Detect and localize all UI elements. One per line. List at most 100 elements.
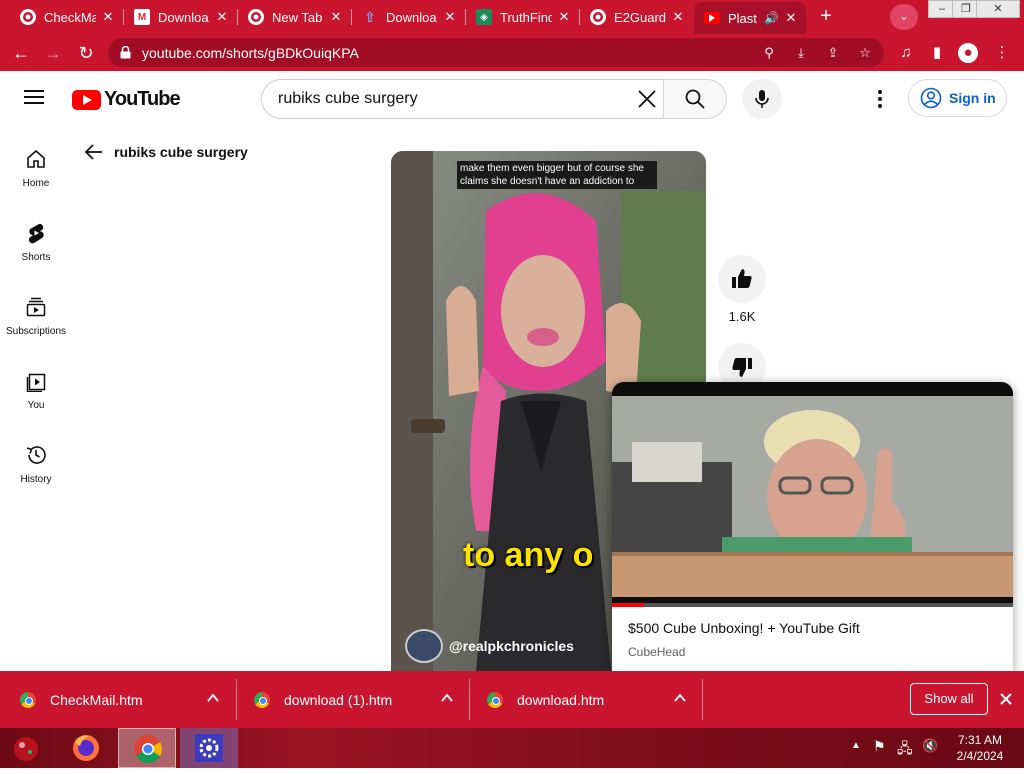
download-filename: download.htm [517, 691, 605, 708]
chevron-up-icon[interactable] [206, 691, 220, 705]
taskbar-chrome[interactable] [118, 728, 176, 768]
tab-download-gmail[interactable]: M Downloa ✕ [124, 4, 236, 30]
sidebar-item-subscriptions[interactable]: Subscriptions [0, 296, 72, 366]
side-panel-icon[interactable]: ▮ [926, 42, 948, 64]
sidebar-item-label: History [20, 474, 52, 485]
close-window-button[interactable]: ✕ [976, 0, 1020, 18]
history-icon [26, 446, 46, 464]
profile-avatar-icon[interactable]: ● [958, 43, 978, 63]
close-tab-icon[interactable]: ✕ [556, 9, 572, 25]
home-icon [27, 149, 45, 168]
tab-truthfinder[interactable]: ◈ TruthFind ✕ [466, 4, 578, 30]
lock-icon [120, 46, 131, 59]
youtube-header: YouTube rubiks cube surgery Sign in [0, 71, 1024, 127]
forward-button[interactable]: → [40, 40, 66, 66]
install-app-icon[interactable]: ⤓ [792, 44, 810, 62]
tab-checkmail[interactable]: CheckMa ✕ [10, 4, 122, 30]
flag-icon: ◈ [476, 9, 492, 25]
gear-icon [195, 734, 223, 762]
sidebar-item-shorts[interactable]: Shorts [0, 222, 72, 292]
miniplayer-title[interactable]: $500 Cube Unboxing! + YouTube Gift [628, 620, 860, 636]
chevron-up-icon[interactable] [440, 691, 454, 705]
search-back-row[interactable]: rubiks cube surgery [84, 142, 248, 162]
share-icon[interactable]: ⇪ [824, 44, 842, 62]
youtube-logo[interactable]: YouTube [72, 88, 181, 111]
search-input[interactable]: rubiks cube surgery [261, 79, 664, 119]
search-icon [685, 89, 705, 109]
tab-new-tab[interactable]: New Tab ✕ [238, 4, 350, 30]
download-filename: CheckMail.htm [50, 691, 143, 708]
miniplayer-progress-track[interactable] [612, 603, 1013, 607]
voice-search-button[interactable] [742, 79, 782, 119]
taskbar-settings[interactable] [180, 728, 238, 768]
media-control-icon[interactable]: ♫ [895, 42, 917, 64]
subscriptions-icon [26, 297, 46, 317]
chrome-menu-icon[interactable]: ⋮ [991, 42, 1013, 64]
show-hidden-icons-icon[interactable]: ▲ [851, 740, 861, 751]
like-button[interactable] [718, 255, 766, 303]
taskbar-firefox[interactable] [58, 728, 116, 768]
tab-download-2[interactable]: ⇧ Downloa ✕ [352, 4, 464, 30]
action-center-flag-icon[interactable]: ⚑ [873, 738, 886, 755]
audio-playing-icon[interactable]: 🔊 [764, 11, 779, 25]
download-filename: download (1).htm [284, 691, 393, 708]
start-button[interactable] [0, 728, 58, 768]
close-tab-icon[interactable]: ✕ [442, 9, 458, 25]
hamburger-menu-icon[interactable] [24, 89, 46, 107]
clear-search-icon[interactable] [636, 88, 658, 110]
arrow-back-icon[interactable] [84, 143, 104, 161]
address-bar[interactable]: youtube.com/shorts/gBDkOuiqKPA ⚲ ⤓ ⇪ ☆ [108, 38, 884, 67]
channel-handle[interactable]: @realpkchronicles [449, 638, 574, 654]
tab-title: Downloa [158, 9, 209, 25]
network-icon[interactable]: 🖧 [897, 738, 913, 762]
miniplayer[interactable]: $500 Cube Unboxing! + YouTube Gift CubeH… [612, 382, 1013, 672]
settings-more-icon[interactable] [870, 89, 890, 109]
close-downloads-icon[interactable] [996, 689, 1016, 709]
browser-toolbar: ← → ↻ youtube.com/shorts/gBDkOuiqKPA ⚲ ⤓… [0, 34, 1024, 71]
close-tab-icon[interactable]: ✕ [328, 9, 344, 25]
search-button[interactable] [663, 79, 727, 119]
download-item-download-1[interactable]: download (1).htm [254, 671, 464, 728]
youtube-icon [704, 12, 720, 24]
tab-title: CheckMa [44, 9, 96, 25]
reload-button[interactable]: ↻ [73, 40, 99, 66]
thumbs-down-icon [732, 358, 752, 377]
channel-avatar[interactable] [405, 629, 443, 663]
tab-youtube-active[interactable]: Plast 🔊 ✕ [694, 2, 806, 34]
close-tab-icon[interactable]: ✕ [100, 9, 116, 25]
miniplayer-channel[interactable]: CubeHead [628, 645, 685, 659]
sign-in-label: Sign in [949, 90, 996, 106]
tab-search-button[interactable]: ⌄ [890, 4, 918, 30]
chrome-favicon-icon [20, 9, 36, 25]
sidebar-item-you[interactable]: You [0, 370, 72, 440]
channel-row[interactable]: @realpkchronicles [405, 629, 574, 663]
close-tab-icon[interactable]: ✕ [214, 9, 230, 25]
volume-muted-icon[interactable]: 🔇 [922, 738, 938, 754]
search-query: rubiks cube surgery [278, 90, 418, 107]
close-tab-icon[interactable]: ✕ [670, 9, 686, 25]
firefox-icon [73, 735, 99, 761]
microphone-icon [755, 90, 769, 108]
account-circle-icon [920, 87, 942, 109]
new-tab-button[interactable]: + [813, 5, 839, 29]
download-item-checkmail[interactable]: CheckMail.htm [20, 671, 230, 728]
sidebar-item-history[interactable]: History [0, 444, 72, 514]
close-tab-icon[interactable]: ✕ [783, 10, 799, 26]
chevron-up-icon[interactable] [673, 691, 687, 705]
miniplayer-video[interactable] [612, 382, 1013, 607]
tab-title: TruthFind [500, 9, 552, 25]
search-icon[interactable]: ⚲ [760, 44, 778, 62]
start-orb-icon [14, 737, 38, 761]
back-button[interactable]: ← [8, 40, 34, 66]
url-text: youtube.com/shorts/gBDkOuiqKPA [142, 45, 359, 61]
show-all-downloads-button[interactable]: Show all [910, 683, 988, 715]
system-clock[interactable]: 7:31 AM 2/4/2024 [950, 732, 1010, 764]
sidebar-item-home[interactable]: Home [0, 148, 72, 218]
download-item-download[interactable]: download.htm [487, 671, 697, 728]
tab-title: E2Guard [614, 9, 666, 25]
bookmark-star-icon[interactable]: ☆ [856, 44, 874, 62]
tab-e2guardian[interactable]: E2Guard ✕ [580, 4, 692, 30]
tab-title: Downloa [386, 9, 437, 25]
burned-subtitle: to any o [463, 536, 594, 574]
sign-in-button[interactable]: Sign in [908, 79, 1007, 117]
